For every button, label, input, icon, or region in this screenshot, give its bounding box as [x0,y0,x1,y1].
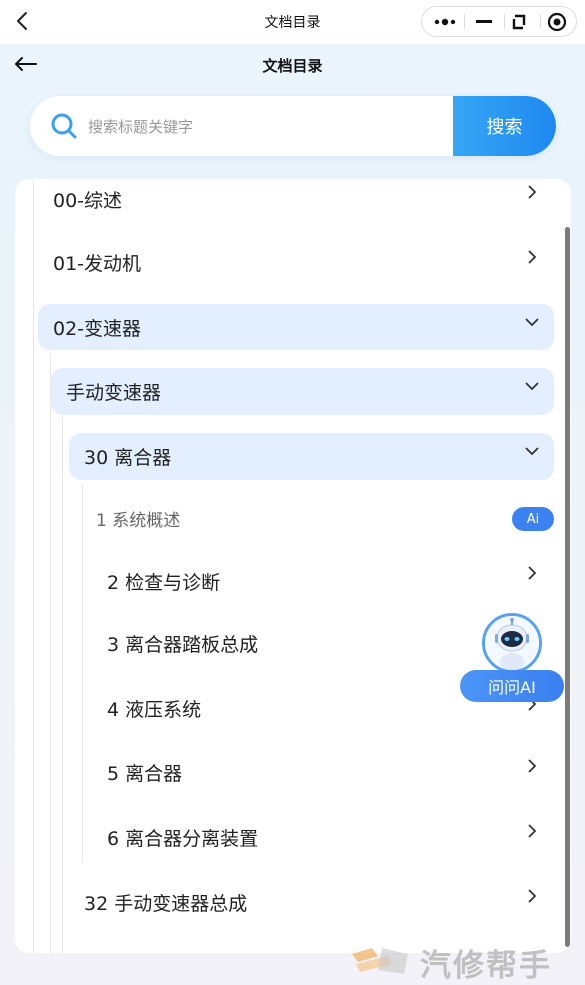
watermark: 汽修帮手 [348,938,584,984]
tree-item-02[interactable]: 02-变速器 [38,304,554,350]
page-title: 文档目录 [262,57,323,75]
tree-item-30-clutch[interactable]: 30 离合器 [69,433,554,480]
tree-item-inspection[interactable]: 2 检查与诊断 [83,563,523,599]
close-target-icon[interactable] [538,7,576,36]
tree-item-system-overview[interactable]: 1 系统概述 [83,501,503,535]
tree-item-label: 3 离合器踏板总成 [107,633,259,656]
tree-item-label: 01-发动机 [53,252,142,275]
tree-item-clutch[interactable]: 5 离合器 [83,754,523,790]
tree-item-32-manual-transmission-assembly[interactable]: 32 手动变速器总成 [69,883,519,921]
switch-window-icon[interactable] [500,7,538,36]
search-input[interactable] [86,106,450,148]
tree-item-label: 00-综述 [53,189,123,212]
tree-item-01[interactable]: 01-发动机 [39,243,559,281]
watermark-logo-icon [352,948,408,974]
chevron-right-icon [528,185,537,199]
chevron-right-icon [528,759,537,773]
chevron-right-icon [528,566,537,580]
scrollbar[interactable] [565,227,570,947]
chevron-down-icon [525,447,539,456]
tree-item-00[interactable]: 00-综述 [39,181,559,217]
robot-avatar-icon[interactable] [482,613,542,673]
tree-item-label: 5 离合器 [107,762,183,785]
search-button[interactable]: 搜索 [453,96,556,156]
more-dots-icon[interactable] [426,7,464,36]
tree-item-label: 02-变速器 [53,317,142,340]
tree-item-label: 32 手动变速器总成 [84,892,248,915]
chevron-right-icon [528,250,537,264]
capsule-menu [421,6,577,37]
tree-item-label: 2 检查与诊断 [107,571,221,594]
tree-item-clutch-pedal[interactable]: 3 离合器踏板总成 [83,625,483,661]
tree-item-manual-transmission[interactable]: 手动变速器 [51,368,554,415]
document-tree: 00-综述 01-发动机 02-变速器 手动变速器 30 离合器 1 系统概述 … [15,179,571,953]
minimize-icon[interactable] [466,7,504,36]
mini-program-topbar: 文档目录 [0,0,585,44]
search-icon [50,112,78,140]
tree-item-label: 1 系统概述 [96,510,181,531]
chevron-right-icon [528,889,537,903]
ask-ai-button[interactable]: 问问AI [460,670,564,702]
ai-badge[interactable]: Ai [512,507,554,531]
tree-item-label: 6 离合器分离装置 [107,827,259,850]
search-bar: 搜索 [30,96,556,156]
chevron-down-icon [525,382,539,391]
tree-item-label: 30 离合器 [84,447,172,469]
chevron-right-icon [528,824,537,838]
tree-item-clutch-release[interactable]: 6 离合器分离装置 [83,819,523,855]
chevron-down-icon [525,318,539,327]
tree-item-label: 手动变速器 [66,382,162,404]
tree-item-hydraulic[interactable]: 4 液压系统 [83,690,483,726]
watermark-text: 汽修帮手 [420,948,552,984]
tree-item-label: 4 液压系统 [107,698,202,721]
